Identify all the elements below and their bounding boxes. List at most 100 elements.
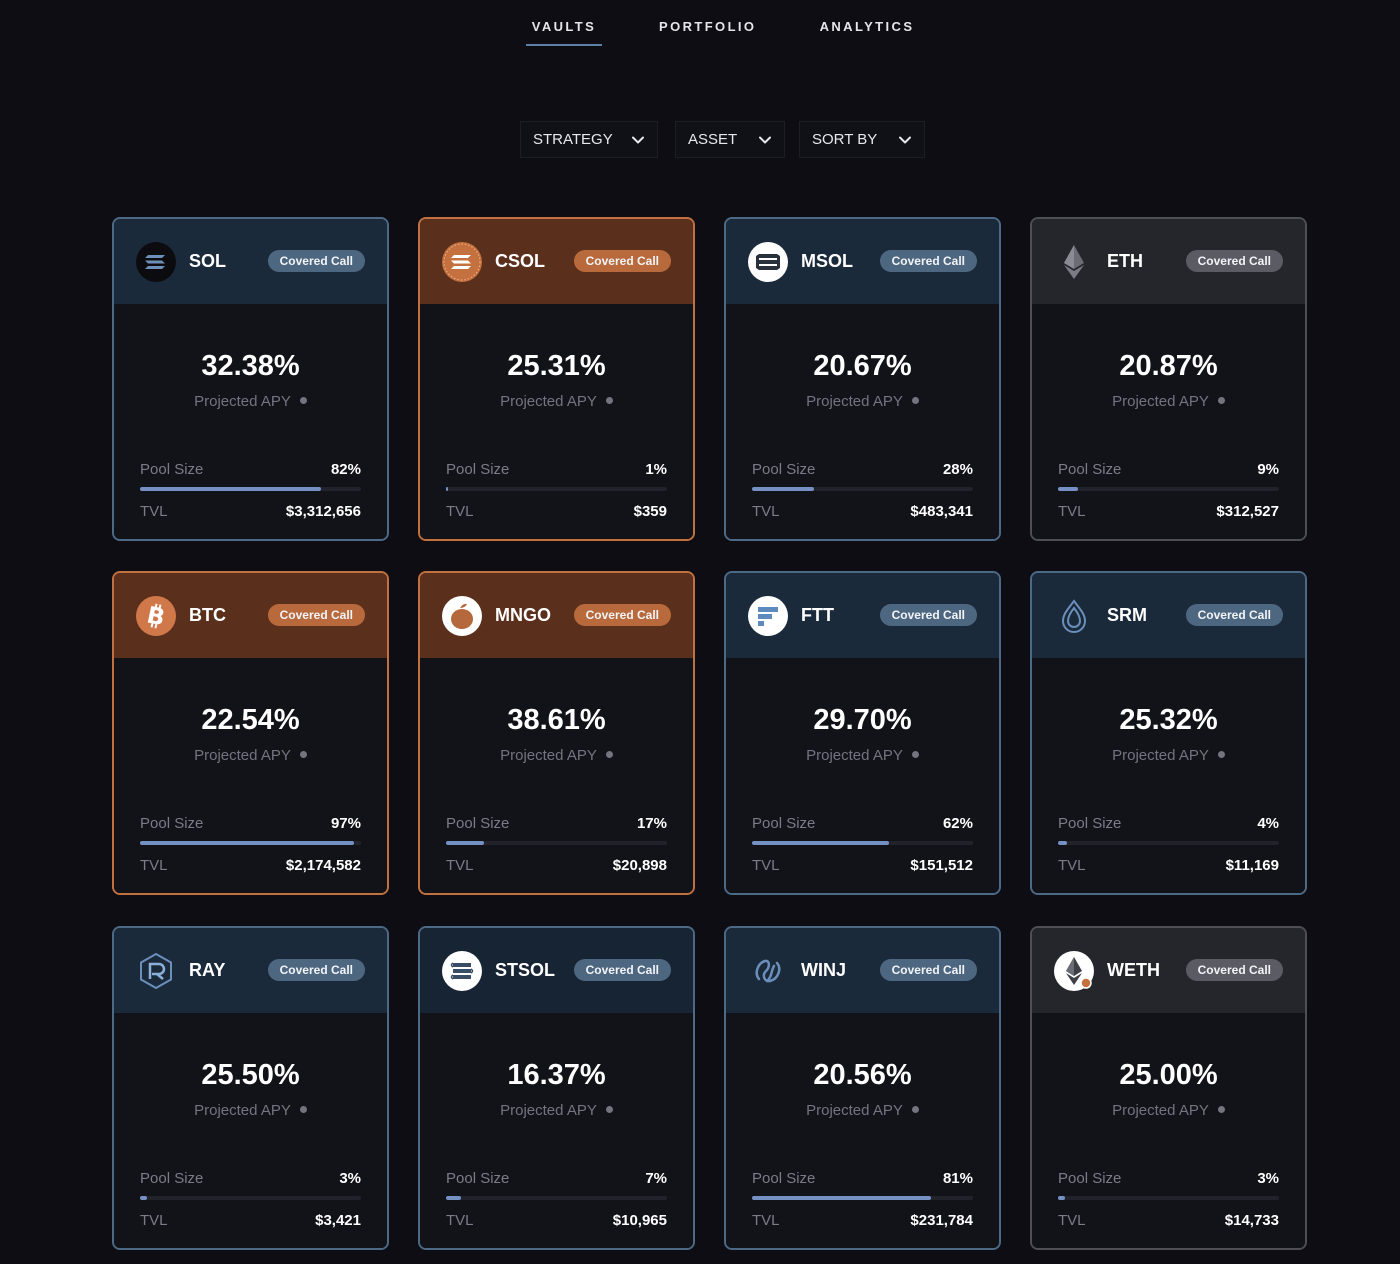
pool-size-progress-track xyxy=(1058,1196,1279,1200)
stsol-icon xyxy=(442,951,482,991)
mngo-icon xyxy=(442,596,482,636)
vault-card-mngo[interactable]: MNGO Covered Call 38.61% Projected APY P… xyxy=(418,571,695,895)
tvl-label: TVL xyxy=(1058,857,1086,874)
projected-apy-label-row: Projected APY xyxy=(726,393,999,410)
vault-card-body: 16.37% Projected APY Pool Size 7% TVL $1… xyxy=(420,1013,693,1248)
vault-card-ftt[interactable]: FTT Covered Call 29.70% Projected APY Po… xyxy=(724,571,1001,895)
sort-by-dropdown[interactable]: SORT BY xyxy=(799,121,925,158)
strategy-badge: Covered Call xyxy=(1185,604,1283,626)
tvl-label: TVL xyxy=(446,503,474,520)
vault-card-sol[interactable]: SOL Covered Call 32.38% Projected APY Po… xyxy=(112,217,389,541)
vault-card-srm[interactable]: SRM Covered Call 25.32% Projected APY Po… xyxy=(1030,571,1307,895)
projected-apy-label-row: Projected APY xyxy=(1032,1102,1305,1119)
vault-card-csol[interactable]: CSOL Covered Call 25.31% Projected APY P… xyxy=(418,217,695,541)
pool-size-label: Pool Size xyxy=(140,1170,204,1187)
token-name: WINJ xyxy=(801,960,846,980)
tvl-value: $231,784 xyxy=(910,1212,973,1229)
pool-size-value: 17% xyxy=(636,815,667,832)
pool-size-value: 7% xyxy=(645,1170,667,1187)
info-icon[interactable] xyxy=(911,1106,919,1113)
info-icon[interactable] xyxy=(299,1106,307,1113)
vault-card-btc[interactable]: B BTC Covered Call 22.54% Projected APY … xyxy=(112,571,389,895)
projected-apy-label: Projected APY xyxy=(806,1102,903,1119)
pool-size-progress-track xyxy=(752,1196,973,1200)
pool-size-value: 9% xyxy=(1257,461,1279,478)
info-icon[interactable] xyxy=(911,397,919,404)
info-icon[interactable] xyxy=(1217,751,1225,758)
vault-card-body: 20.87% Projected APY Pool Size 9% TVL $3… xyxy=(1032,304,1305,539)
pool-size-progress-fill xyxy=(1058,1196,1065,1200)
sort-by-label: SORT BY xyxy=(812,131,878,148)
token-name: SRM xyxy=(1107,605,1147,625)
strategy-badge: Covered Call xyxy=(267,959,365,981)
projected-apy-value: 32.38% xyxy=(201,350,300,382)
pool-size-progress-track xyxy=(140,487,361,491)
vault-card-msol[interactable]: MSOL Covered Call 20.67% Projected APY P… xyxy=(724,217,1001,541)
pool-size-label: Pool Size xyxy=(140,815,204,832)
strategy-badge: Covered Call xyxy=(573,959,671,981)
vault-card-body: 25.50% Projected APY Pool Size 3% TVL $3… xyxy=(114,1013,387,1248)
top-nav: VAULTS PORTFOLIO ANALYTICS xyxy=(0,0,1400,60)
token-name: RAY xyxy=(189,960,226,980)
strategy-badge: Covered Call xyxy=(879,604,977,626)
tab-vaults[interactable]: VAULTS xyxy=(526,19,602,46)
ftt-icon xyxy=(748,596,788,636)
projected-apy-value: 25.31% xyxy=(507,350,606,382)
projected-apy-label-row: Projected APY xyxy=(114,1102,387,1119)
projected-apy-label-row: Projected APY xyxy=(726,747,999,764)
pool-size-label: Pool Size xyxy=(752,815,816,832)
pool-size-progress-track xyxy=(752,487,973,491)
pool-size-progress-fill xyxy=(752,487,814,491)
tvl-label: TVL xyxy=(140,857,168,874)
asset-filter-dropdown[interactable]: ASSET xyxy=(675,121,785,158)
token-name: ETH xyxy=(1107,251,1143,271)
projected-apy-label-row: Projected APY xyxy=(420,1102,693,1119)
vault-card-header: ETH Covered Call xyxy=(1032,219,1305,304)
projected-apy-label: Projected APY xyxy=(1112,393,1209,410)
token-name: FTT xyxy=(801,605,834,625)
chevron-down-icon xyxy=(632,136,644,144)
vault-card-ray[interactable]: RAY Covered Call 25.50% Projected APY Po… xyxy=(112,926,389,1250)
projected-apy-label-row: Projected APY xyxy=(1032,393,1305,410)
pool-size-label: Pool Size xyxy=(446,461,510,478)
pool-size-progress-track xyxy=(752,841,973,845)
info-icon[interactable] xyxy=(299,751,307,758)
pool-size-value: 81% xyxy=(942,1170,973,1187)
vault-card-weth[interactable]: WETH Covered Call 25.00% Projected APY P… xyxy=(1030,926,1307,1250)
info-icon[interactable] xyxy=(1217,1106,1225,1113)
tab-analytics[interactable]: ANALYTICS xyxy=(818,19,916,46)
projected-apy-label: Projected APY xyxy=(194,1102,291,1119)
info-icon[interactable] xyxy=(299,397,307,404)
tvl-label: TVL xyxy=(1058,503,1086,520)
pool-size-progress-track xyxy=(1058,841,1279,845)
info-icon[interactable] xyxy=(605,397,613,404)
info-icon[interactable] xyxy=(605,1106,613,1113)
tab-portfolio[interactable]: PORTFOLIO xyxy=(659,19,755,46)
vault-card-winj[interactable]: WINJ Covered Call 20.56% Projected APY P… xyxy=(724,926,1001,1250)
pool-size-value: 3% xyxy=(339,1170,361,1187)
token-name: WETH xyxy=(1107,960,1160,980)
tvl-value: $3,312,656 xyxy=(285,503,361,520)
pool-size-value: 3% xyxy=(1257,1170,1279,1187)
vault-card-stsol[interactable]: STSOL Covered Call 16.37% Projected APY … xyxy=(418,926,695,1250)
projected-apy-label-row: Projected APY xyxy=(420,393,693,410)
vault-card-eth[interactable]: ETH Covered Call 20.87% Projected APY Po… xyxy=(1030,217,1307,541)
pool-size-label: Pool Size xyxy=(1058,461,1122,478)
vault-card-header: WINJ Covered Call xyxy=(726,928,999,1013)
projected-apy-value: 16.37% xyxy=(507,1059,606,1091)
vault-card-header: B BTC Covered Call xyxy=(114,573,387,658)
pool-size-progress-track xyxy=(140,1196,361,1200)
vault-card-body: 32.38% Projected APY Pool Size 82% TVL $… xyxy=(114,304,387,539)
token-name: BTC xyxy=(189,605,226,625)
info-icon[interactable] xyxy=(911,751,919,758)
info-icon[interactable] xyxy=(605,751,613,758)
vault-card-body: 29.70% Projected APY Pool Size 62% TVL $… xyxy=(726,658,999,893)
pool-size-progress-fill xyxy=(446,487,449,491)
vault-card-header: FTT Covered Call xyxy=(726,573,999,658)
csol-icon xyxy=(442,242,482,282)
projected-apy-value: 20.87% xyxy=(1119,350,1218,382)
projected-apy-label-row: Projected APY xyxy=(114,393,387,410)
strategy-filter-dropdown[interactable]: STRATEGY xyxy=(520,121,658,158)
info-icon[interactable] xyxy=(1217,397,1225,404)
pool-size-value: 97% xyxy=(330,815,361,832)
